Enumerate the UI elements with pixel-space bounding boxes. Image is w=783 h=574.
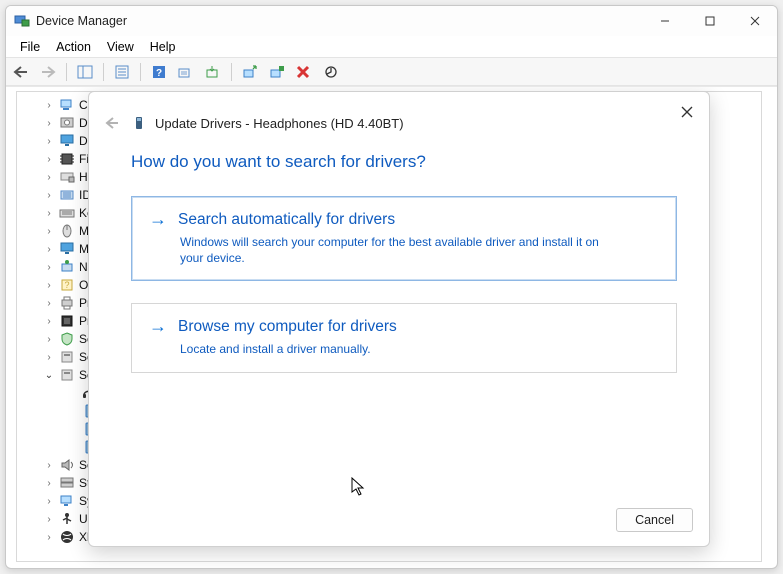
- keyboard-icon: [59, 205, 75, 221]
- usb-icon: [59, 511, 75, 527]
- content-area: ›Co›Disk›Disp›Firm›Hu›IDE›Key›Mic›Mo›Net…: [6, 86, 777, 568]
- caret-right-icon[interactable]: ›: [43, 280, 55, 291]
- menu-help[interactable]: Help: [142, 38, 184, 56]
- toolbar-separator: [140, 63, 141, 81]
- caret-right-icon[interactable]: ›: [43, 208, 55, 219]
- caret-right-icon[interactable]: ›: [43, 460, 55, 471]
- dialog-body: How do you want to search for drivers? →…: [89, 140, 709, 395]
- svg-text:?: ?: [64, 280, 69, 290]
- monitor-icon: [59, 133, 75, 149]
- caret-right-icon[interactable]: ›: [43, 496, 55, 507]
- security-icon: [59, 331, 75, 347]
- menu-action[interactable]: Action: [48, 38, 99, 56]
- caret-right-icon[interactable]: ›: [43, 118, 55, 129]
- window-controls: [642, 6, 777, 36]
- disk-icon: [59, 115, 75, 131]
- caret-right-icon[interactable]: ›: [43, 514, 55, 525]
- option-description: Windows will search your computer for th…: [180, 234, 620, 266]
- help-button[interactable]: ?: [148, 61, 170, 83]
- nav-forward-button[interactable]: [37, 61, 59, 83]
- svg-text:?: ?: [156, 68, 162, 79]
- dialog-question: How do you want to search for drivers?: [131, 152, 677, 172]
- dialog-device-icon: [131, 115, 147, 131]
- mouse-icon: [59, 223, 75, 239]
- nav-back-button[interactable]: [10, 61, 32, 83]
- printer-icon: [59, 295, 75, 311]
- maximize-button[interactable]: [687, 6, 732, 36]
- cpu-icon: [59, 313, 75, 329]
- close-button[interactable]: [732, 6, 777, 36]
- caret-right-icon[interactable]: ›: [43, 478, 55, 489]
- option-browse-computer[interactable]: → Browse my computer for drivers Locate …: [131, 303, 677, 372]
- uninstall-device-button[interactable]: [293, 61, 315, 83]
- show-hide-tree-button[interactable]: [74, 61, 96, 83]
- scan-hardware-button[interactable]: [175, 61, 197, 83]
- soft-icon: [59, 367, 75, 383]
- dialog-title: Update Drivers - Headphones (HD 4.40BT): [155, 116, 404, 131]
- other-icon: ?: [59, 277, 75, 293]
- caret-right-icon[interactable]: ›: [43, 190, 55, 201]
- minimize-button[interactable]: [642, 6, 687, 36]
- monitor-icon: [59, 241, 75, 257]
- menu-view[interactable]: View: [99, 38, 142, 56]
- caret-down-icon[interactable]: ⌄: [43, 370, 55, 381]
- caret-right-icon[interactable]: ›: [43, 532, 55, 543]
- update-driver-button[interactable]: [202, 61, 224, 83]
- toolbar-separator: [231, 63, 232, 81]
- caret-right-icon[interactable]: ›: [43, 244, 55, 255]
- soft-icon: [59, 349, 75, 365]
- window-title: Device Manager: [36, 14, 127, 28]
- toolbar: ?: [6, 58, 777, 86]
- sound-icon: [59, 457, 75, 473]
- option-title: Search automatically for drivers: [178, 211, 395, 229]
- dialog-footer: Cancel: [89, 498, 709, 546]
- app-icon: [14, 13, 30, 29]
- chip-icon: [59, 151, 75, 167]
- menu-file[interactable]: File: [12, 38, 48, 56]
- scan-for-changes-button[interactable]: [320, 61, 342, 83]
- arrow-right-icon: →: [148, 209, 168, 230]
- dialog-header: Update Drivers - Headphones (HD 4.40BT): [89, 92, 709, 140]
- cancel-button[interactable]: Cancel: [616, 508, 693, 532]
- caret-right-icon[interactable]: ›: [43, 226, 55, 237]
- update-drivers-dialog: Update Drivers - Headphones (HD 4.40BT) …: [88, 91, 710, 547]
- add-driver-button[interactable]: [239, 61, 261, 83]
- device-manager-window: Device Manager File Action View Help ?: [5, 5, 778, 569]
- dialog-back-button[interactable]: [101, 112, 123, 134]
- xbox-icon: [59, 529, 75, 545]
- ide-icon: [59, 187, 75, 203]
- caret-right-icon[interactable]: ›: [43, 334, 55, 345]
- dialog-close-button[interactable]: [675, 100, 699, 124]
- caret-right-icon[interactable]: ›: [43, 262, 55, 273]
- option-title: Browse my computer for drivers: [178, 318, 397, 336]
- toolbar-separator: [103, 63, 104, 81]
- caret-right-icon[interactable]: ›: [43, 100, 55, 111]
- arrow-right-icon: →: [148, 316, 168, 337]
- caret-right-icon[interactable]: ›: [43, 136, 55, 147]
- enable-device-button[interactable]: [266, 61, 288, 83]
- hid-icon: [59, 169, 75, 185]
- storage-icon: [59, 475, 75, 491]
- caret-right-icon[interactable]: ›: [43, 352, 55, 363]
- caret-right-icon[interactable]: ›: [43, 172, 55, 183]
- toolbar-separator: [66, 63, 67, 81]
- option-search-automatically[interactable]: → Search automatically for drivers Windo…: [131, 196, 677, 281]
- option-description: Locate and install a driver manually.: [180, 341, 620, 357]
- pc-icon: [59, 97, 75, 113]
- caret-right-icon[interactable]: ›: [43, 316, 55, 327]
- menubar: File Action View Help: [6, 36, 777, 58]
- net-icon: [59, 259, 75, 275]
- caret-right-icon[interactable]: ›: [43, 298, 55, 309]
- titlebar: Device Manager: [6, 6, 777, 36]
- properties-button[interactable]: [111, 61, 133, 83]
- caret-right-icon[interactable]: ›: [43, 154, 55, 165]
- system-icon: [59, 493, 75, 509]
